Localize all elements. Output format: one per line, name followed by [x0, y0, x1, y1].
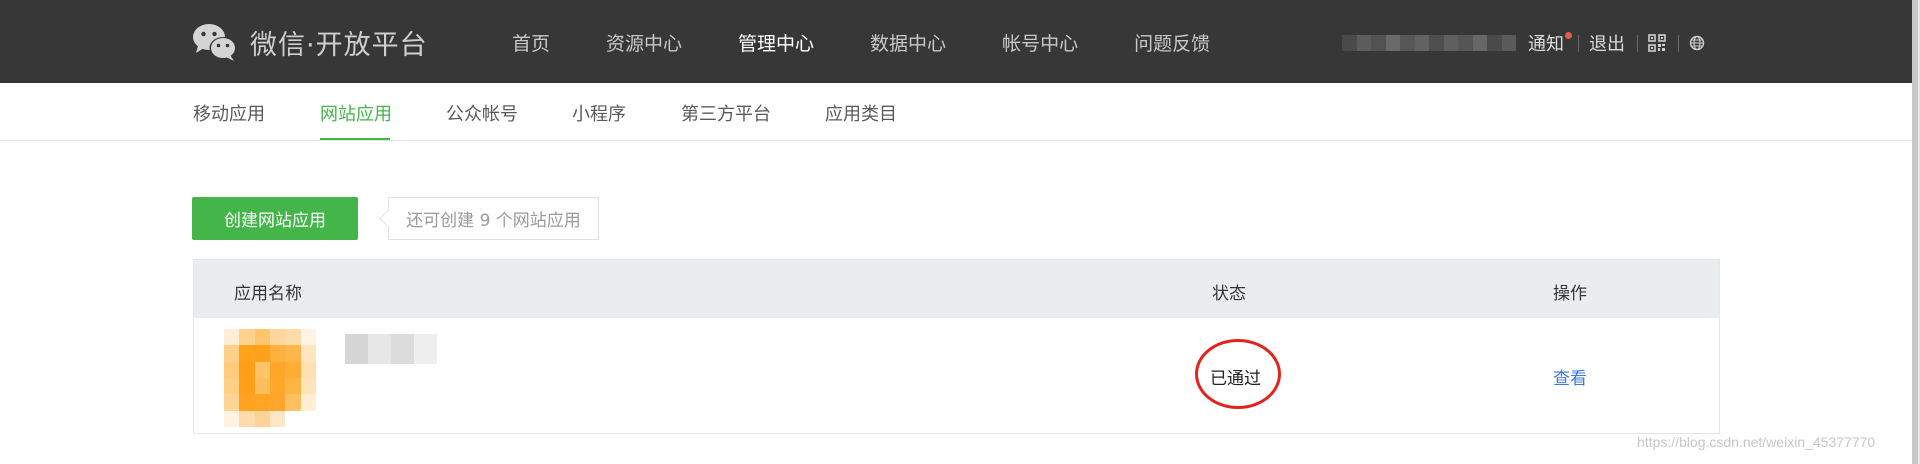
view-app-link[interactable]: 查看	[1553, 364, 1587, 389]
account-name-redacted[interactable]	[1342, 35, 1516, 51]
wechat-logo-icon	[193, 24, 237, 61]
vertical-scrollbar[interactable]	[1912, 0, 1920, 464]
create-website-app-button[interactable]: 创建网站应用	[192, 197, 358, 240]
main-nav-item-home[interactable]: 首页	[512, 29, 550, 56]
app-status: 已通过	[1210, 369, 1261, 389]
top-navigation-bar: 微信·开放平台 首页 资源中心 管理中心 数据中心 帐号中心 问题反馈 通知 退…	[0, 0, 1912, 83]
subnav-item-mobile-apps[interactable]: 移动应用	[193, 100, 265, 126]
subnav-item-mini-programs[interactable]: 小程序	[572, 100, 626, 126]
logout-link[interactable]: 退出	[1589, 30, 1625, 56]
brand-title: 微信·开放平台	[250, 29, 428, 61]
subnav-item-third-party-platform[interactable]: 第三方平台	[681, 100, 771, 126]
toolbar-divider	[1578, 34, 1579, 52]
notifications-link[interactable]: 通知	[1528, 30, 1572, 56]
active-tab-indicator	[320, 138, 390, 140]
app-icon-redacted	[224, 329, 316, 427]
main-nav-item-feedback[interactable]: 问题反馈	[1134, 29, 1210, 56]
toolbar-divider	[1637, 34, 1638, 52]
sub-navigation: 移动应用 网站应用 公众帐号 小程序 第三方平台 应用类目	[0, 83, 1912, 141]
subnav-item-app-categories[interactable]: 应用类目	[825, 100, 897, 126]
main-nav-item-resources[interactable]: 资源中心	[606, 29, 682, 56]
remaining-quota-tip: 还可创建 9 个网站应用	[388, 197, 599, 240]
main-nav-item-data[interactable]: 数据中心	[870, 29, 946, 56]
main-nav-item-management[interactable]: 管理中心	[738, 29, 814, 56]
app-name-redacted	[345, 334, 437, 364]
table-row: 已通过 查看	[194, 318, 1719, 434]
subnav-item-official-accounts[interactable]: 公众帐号	[446, 100, 518, 126]
toolbar-divider	[1678, 34, 1679, 52]
column-header-app-name: 应用名称	[234, 284, 302, 304]
table-header: 应用名称 状态 操作	[194, 260, 1719, 318]
main-nav-item-account[interactable]: 帐号中心	[1002, 29, 1078, 56]
website-app-table: 应用名称 状态 操作 已通过 查看	[193, 259, 1720, 434]
source-watermark: https://blog.csdn.net/weixin_45377770	[1637, 434, 1876, 450]
top-toolbar: 通知 退出	[1528, 30, 1705, 56]
scrollbar-thumb[interactable]	[1912, 0, 1918, 464]
brand-logo[interactable]: 微信·开放平台	[192, 22, 428, 62]
qrcode-icon[interactable]	[1648, 34, 1666, 52]
unread-dot	[1565, 32, 1572, 39]
subnav-item-website-apps[interactable]: 网站应用	[320, 100, 392, 126]
globe-icon[interactable]	[1689, 35, 1705, 51]
notifications-label: 通知	[1528, 34, 1564, 55]
column-header-action: 操作	[1553, 284, 1587, 304]
main-nav: 首页 资源中心 管理中心 数据中心 帐号中心 问题反馈	[512, 29, 1266, 56]
column-header-status: 状态	[1212, 284, 1246, 304]
